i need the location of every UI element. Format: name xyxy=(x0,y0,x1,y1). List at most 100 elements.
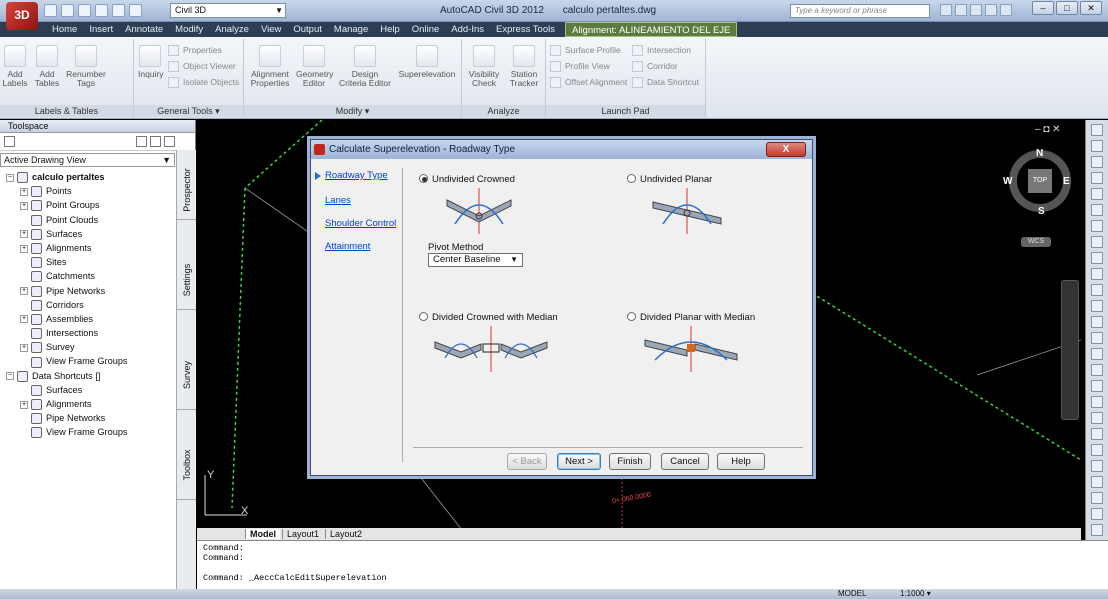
palette-tool-icon[interactable] xyxy=(1091,364,1103,376)
isolate-objects-button[interactable]: Isolate Objects xyxy=(168,77,239,88)
edit-icon[interactable] xyxy=(4,136,15,147)
layout-tab[interactable]: Layout1 xyxy=(282,529,324,539)
tree-item[interactable]: Intersections xyxy=(0,326,176,340)
palette-tool-icon[interactable] xyxy=(1091,316,1103,328)
palette-tool-icon[interactable] xyxy=(1091,428,1103,440)
model-space-toggle[interactable]: MODEL xyxy=(838,589,866,599)
corridor-button[interactable]: Corridor xyxy=(632,61,678,72)
tree-item[interactable]: + Points xyxy=(0,184,176,198)
nav-lanes[interactable]: Lanes xyxy=(325,195,351,206)
search-input[interactable]: Type a keyword or phrase xyxy=(790,4,930,18)
star-icon[interactable] xyxy=(985,4,997,16)
tree-item[interactable]: + Assemblies xyxy=(0,312,176,326)
ribbon-tab[interactable]: Modify xyxy=(169,22,209,37)
plot-icon[interactable] xyxy=(95,4,108,17)
binoculars-icon[interactable] xyxy=(940,4,952,16)
ribbon-tab[interactable]: Annotate xyxy=(119,22,169,37)
palette-tool-icon[interactable] xyxy=(1091,380,1103,392)
palette-tool-icon[interactable] xyxy=(1091,236,1103,248)
palette-tool-icon[interactable] xyxy=(1091,348,1103,360)
new-icon[interactable] xyxy=(44,4,57,17)
open-icon[interactable] xyxy=(61,4,74,17)
help-icon[interactable] xyxy=(1000,4,1012,16)
data-shortcut-button[interactable]: Data Shortcut xyxy=(632,77,699,88)
option-undivided-planar[interactable]: Undivided Planar xyxy=(627,174,712,185)
expand-toggle-icon[interactable]: + xyxy=(20,343,28,352)
ribbon-tab[interactable]: Manage xyxy=(328,22,374,37)
close-window-button[interactable]: ✕ xyxy=(1080,1,1102,15)
save-icon[interactable] xyxy=(78,4,91,17)
add-tables-button[interactable]: Add Tables xyxy=(32,45,62,88)
renumber-tags-button[interactable]: Renumber Tags xyxy=(66,45,106,88)
palette-tool-icon[interactable] xyxy=(1091,300,1103,312)
tree-item[interactable]: + Alignments xyxy=(0,397,176,411)
palette-tool-icon[interactable] xyxy=(1091,220,1103,232)
close-icon[interactable]: X xyxy=(766,142,806,157)
expand-toggle-icon[interactable]: + xyxy=(20,400,28,409)
nav-attainment[interactable]: Attainment xyxy=(325,241,370,252)
option-undivided-crowned[interactable]: Undivided Crowned xyxy=(419,174,515,185)
panorama-icon[interactable] xyxy=(136,136,147,147)
cancel-button[interactable]: Cancel xyxy=(661,453,709,470)
palette-tool-icon[interactable] xyxy=(1091,188,1103,200)
prospector-icon[interactable] xyxy=(150,136,161,147)
toolspace-tab-settings[interactable]: Settings xyxy=(177,240,196,310)
redo-icon[interactable] xyxy=(129,4,142,17)
visibility-check-button[interactable]: Visibility Check xyxy=(466,45,502,88)
geometry-editor-button[interactable]: Geometry Editor xyxy=(296,45,333,88)
tree-item[interactable]: − calculo pertaltes xyxy=(0,170,176,184)
help-icon[interactable] xyxy=(164,136,175,147)
palette-tool-icon[interactable] xyxy=(1091,396,1103,408)
palette-tool-icon[interactable] xyxy=(1091,268,1103,280)
next-button[interactable]: Next > xyxy=(557,453,601,470)
toolspace-tab-survey[interactable]: Survey xyxy=(177,330,196,410)
nav-roadway-type[interactable]: Roadway Type xyxy=(315,170,388,181)
finish-button[interactable]: Finish xyxy=(609,453,651,470)
option-divided-crowned-median[interactable]: Divided Crowned with Median xyxy=(419,312,558,323)
station-tracker-button[interactable]: Station Tracker xyxy=(506,45,542,88)
alignment-properties-button[interactable]: Alignment Properties xyxy=(248,45,292,88)
layout-tab[interactable]: Layout2 xyxy=(325,529,367,539)
ribbon-tab[interactable]: Help xyxy=(374,22,406,37)
offset-alignment-button[interactable]: Offset Alignment xyxy=(550,77,627,88)
palette-tool-icon[interactable] xyxy=(1091,444,1103,456)
navigation-bar[interactable] xyxy=(1061,280,1079,420)
palette-tool-icon[interactable] xyxy=(1091,412,1103,424)
tree-item[interactable]: Corridors xyxy=(0,298,176,312)
properties-button[interactable]: Properties xyxy=(168,45,222,56)
superelevation-button[interactable]: Superelevation xyxy=(396,45,458,79)
tree-item[interactable]: Pipe Networks xyxy=(0,411,176,425)
back-button[interactable]: < Back xyxy=(507,453,547,470)
radio[interactable] xyxy=(419,312,428,321)
ribbon-tab[interactable]: Express Tools xyxy=(490,22,561,37)
ribbon-tab[interactable]: Insert xyxy=(83,22,119,37)
palette-tool-icon[interactable] xyxy=(1091,124,1103,136)
inquiry-button[interactable]: Inquiry xyxy=(138,45,164,79)
ribbon-tab[interactable]: View xyxy=(255,22,287,37)
viewport-controls[interactable]: – ◘ ✕ xyxy=(1035,124,1061,135)
ribbon-tab[interactable]: Alignment: ALINEAMIENTO DEL EJE xyxy=(564,22,738,37)
palette-tool-icon[interactable] xyxy=(1091,460,1103,472)
maximize-button[interactable]: □ xyxy=(1056,1,1078,15)
palette-tool-icon[interactable] xyxy=(1091,332,1103,344)
design-criteria-editor-button[interactable]: Design Criteria Editor xyxy=(336,45,394,88)
ribbon-tab[interactable]: Analyze xyxy=(209,22,255,37)
expand-toggle-icon[interactable]: + xyxy=(20,315,28,324)
palette-tool-icon[interactable] xyxy=(1091,284,1103,296)
tree-item[interactable]: + Surfaces xyxy=(0,227,176,241)
intersection-button[interactable]: Intersection xyxy=(632,45,691,56)
communication-icon[interactable] xyxy=(970,4,982,16)
ribbon-tab[interactable]: Output xyxy=(287,22,328,37)
ribbon-tab[interactable]: Home xyxy=(46,22,83,37)
radio-selected[interactable] xyxy=(419,174,428,183)
surface-profile-button[interactable]: Surface Profile xyxy=(550,45,621,56)
annotation-scale[interactable]: 1:1000 ▾ xyxy=(900,589,931,599)
view-dropdown[interactable]: Active Drawing View ▼ xyxy=(0,153,175,167)
palette-tool-icon[interactable] xyxy=(1091,204,1103,216)
expand-toggle-icon[interactable]: + xyxy=(20,287,28,296)
tree-item[interactable]: Catchments xyxy=(0,269,176,283)
add-labels-button[interactable]: Add Labels xyxy=(2,45,28,88)
palette-tool-icon[interactable] xyxy=(1091,172,1103,184)
tree-item[interactable]: Sites xyxy=(0,255,176,269)
palette-tool-icon[interactable] xyxy=(1091,252,1103,264)
